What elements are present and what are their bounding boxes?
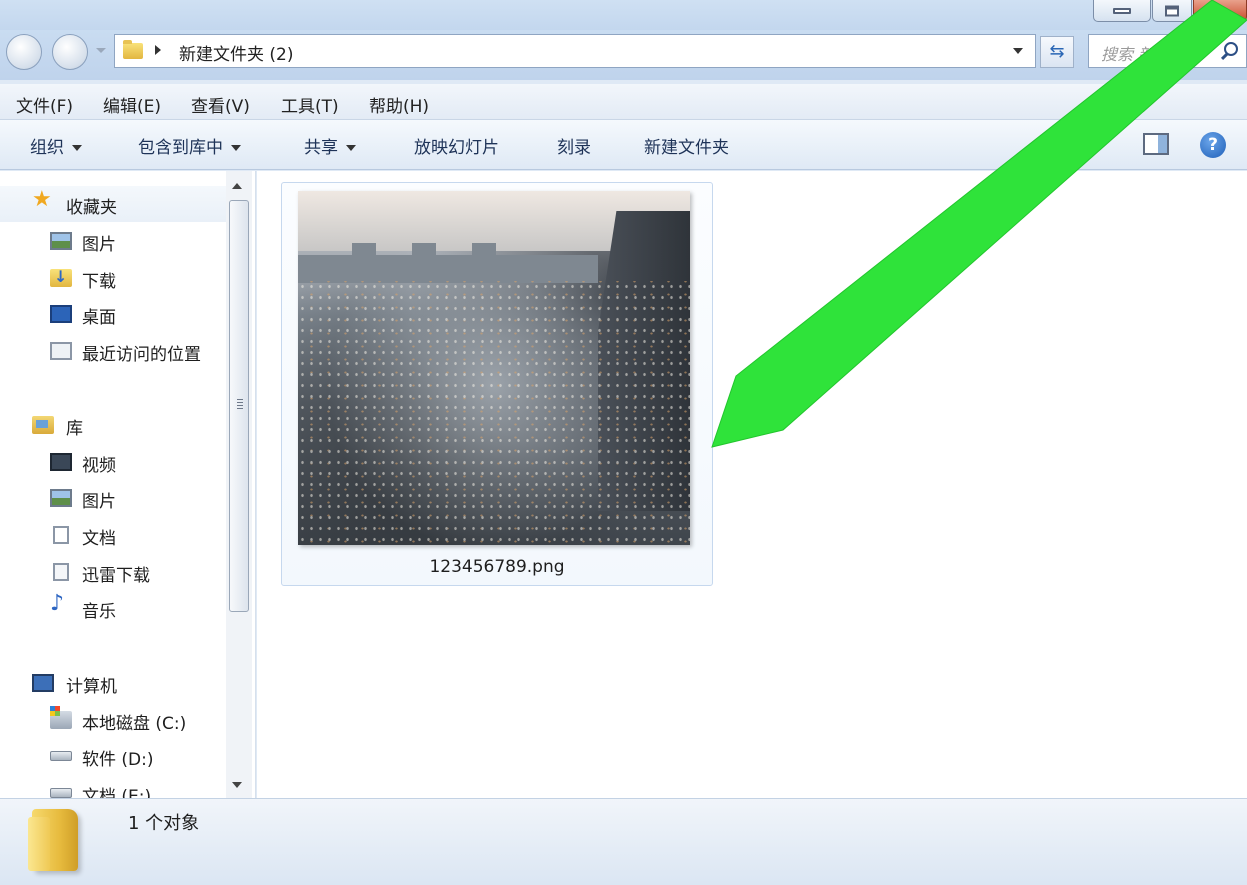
documents-icon <box>53 526 69 544</box>
drive-icon <box>50 751 72 761</box>
image-thumbnail <box>298 191 690 545</box>
thunder-download-icon <box>53 563 69 581</box>
recent-pages-dropdown[interactable] <box>96 48 106 53</box>
back-button[interactable] <box>6 34 42 70</box>
nav-scroll-thumb[interactable] <box>229 200 249 612</box>
search-icon[interactable] <box>1224 42 1238 56</box>
navigation-pane: ★ 收藏夹 图片 下载 桌面 最近访问的位置 库 视频 图片 文档 迅雷下载 ♪… <box>0 171 256 798</box>
maximize-icon <box>1165 5 1179 16</box>
view-dropdown-icon[interactable] <box>1097 142 1107 148</box>
menu-help[interactable]: 帮助(H) <box>369 92 429 117</box>
star-icon: ★ <box>32 187 52 212</box>
scroll-down-icon[interactable] <box>232 782 242 788</box>
preview-pane-icon[interactable] <box>1143 133 1169 155</box>
refresh-button[interactable]: ⇆ <box>1040 36 1074 68</box>
pictures-icon <box>50 232 72 250</box>
share-button[interactable]: 共享 <box>304 133 356 158</box>
forward-button[interactable] <box>52 34 88 70</box>
local-disk-icon <box>50 706 72 729</box>
file-item[interactable]: 123456789.png <box>281 182 713 586</box>
change-view-icon[interactable] <box>1062 134 1082 154</box>
chevron-down-icon <box>231 145 241 151</box>
menu-file[interactable]: 文件(F) <box>16 92 73 117</box>
file-name: 123456789.png <box>429 557 565 577</box>
library-icon <box>32 416 54 434</box>
downloads-icon <box>50 267 72 287</box>
menu-tools[interactable]: 工具(T) <box>281 92 339 117</box>
computer-icon <box>32 674 54 692</box>
chevron-down-icon <box>346 145 356 151</box>
include-in-library-button[interactable]: 包含到库中 <box>138 133 241 158</box>
new-folder-button[interactable]: 新建文件夹 <box>644 133 729 158</box>
folder-large-icon <box>28 809 78 871</box>
folder-icon <box>123 40 143 59</box>
menu-bar: 文件(F) 编辑(E) 查看(V) 工具(T) 帮助(H) <box>0 84 1247 120</box>
breadcrumb-current[interactable]: 新建文件夹 (2) <box>179 40 293 65</box>
address-row: 新建文件夹 (2) ⇆ 搜索 新建... <box>0 30 1247 80</box>
help-icon[interactable]: ? <box>1200 132 1226 158</box>
organize-button[interactable]: 组织 <box>30 133 82 158</box>
menu-edit[interactable]: 编辑(E) <box>103 92 161 117</box>
grip-icon <box>237 399 243 411</box>
recent-places-icon <box>50 342 72 360</box>
refresh-icon: ⇆ <box>1049 41 1065 62</box>
slideshow-button[interactable]: 放映幻灯片 <box>414 133 499 158</box>
address-bar[interactable]: 新建文件夹 (2) <box>114 34 1036 68</box>
title-bar <box>0 0 1247 30</box>
breadcrumb-arrow-icon[interactable] <box>155 45 161 55</box>
chevron-down-icon <box>72 145 82 151</box>
search-placeholder: 搜索 新建... <box>1101 45 1186 64</box>
minimize-icon <box>1113 7 1131 14</box>
music-icon: ♪ <box>50 591 65 616</box>
status-item-count: 1 个对象 <box>128 813 200 834</box>
address-dropdown-icon[interactable] <box>1013 48 1023 54</box>
video-icon <box>50 453 72 471</box>
desktop-icon <box>50 305 72 323</box>
scroll-up-icon[interactable] <box>232 183 242 189</box>
minimize-button[interactable] <box>1093 0 1151 22</box>
menu-view[interactable]: 查看(V) <box>191 92 250 117</box>
drive-icon <box>50 788 72 798</box>
search-input[interactable]: 搜索 新建... <box>1088 34 1247 68</box>
burn-button[interactable]: 刻录 <box>557 133 591 158</box>
close-button[interactable] <box>1193 0 1247 22</box>
maximize-button[interactable] <box>1152 0 1192 22</box>
status-bar: 1 个对象 <box>0 798 1247 885</box>
command-bar: 组织 包含到库中 共享 放映幻灯片 刻录 新建文件夹 ? <box>0 120 1247 170</box>
pictures-icon <box>50 489 72 507</box>
